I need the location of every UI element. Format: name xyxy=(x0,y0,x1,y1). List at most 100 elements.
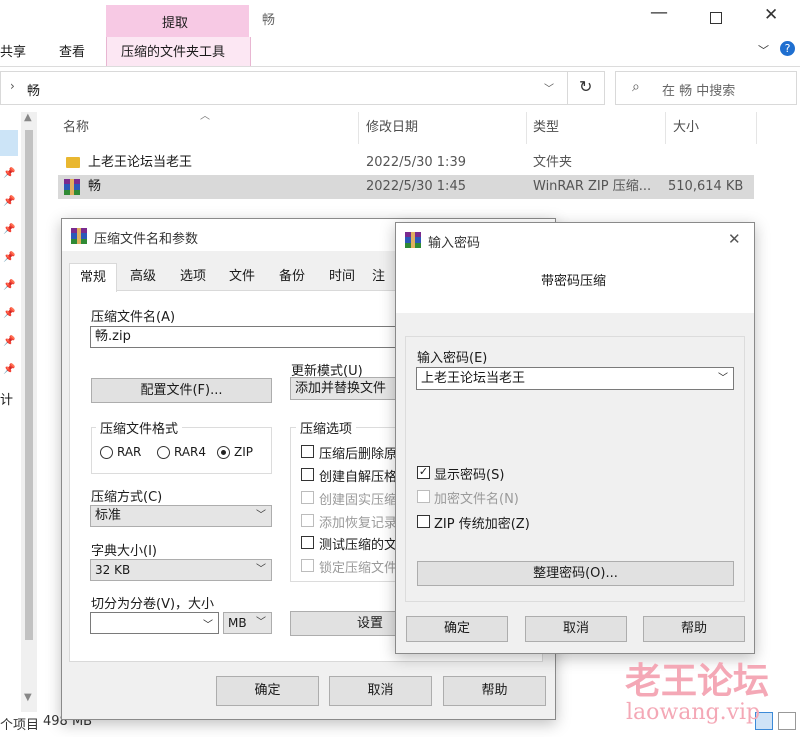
password-help-button[interactable]: 帮助 xyxy=(643,616,745,642)
chevron-down-icon: ﹀ xyxy=(203,620,213,631)
column-date[interactable]: 修改日期 xyxy=(366,112,418,144)
address-bar[interactable]: › 畅 ﹀ xyxy=(0,71,605,105)
split-size-input[interactable]: ﹀ xyxy=(90,612,219,634)
scroll-up-icon[interactable]: ▲ xyxy=(24,112,32,123)
option-lock-checkbox xyxy=(301,559,314,572)
minimize-icon[interactable]: — xyxy=(650,2,668,23)
method-value: 标准 xyxy=(95,508,122,523)
nav-item-fragment[interactable]: 计 xyxy=(0,389,13,408)
chevron-down-icon[interactable]: ﹀ xyxy=(758,42,769,58)
tab-compressed-folder-tools[interactable]: 压缩的文件夹工具 xyxy=(106,37,251,66)
option-test-checkbox[interactable] xyxy=(301,536,314,549)
tab-advanced[interactable]: 高级 xyxy=(119,263,167,291)
password-value: 上老王论坛当老王 xyxy=(421,371,526,386)
radio-rar4-label: RAR4 xyxy=(174,445,207,459)
split-unit-select[interactable]: MB ﹀ xyxy=(223,612,272,634)
status-items: 个项目 xyxy=(0,718,40,733)
winrar-icon xyxy=(405,232,421,248)
format-label: 压缩文件格式 xyxy=(96,418,183,437)
context-tab-label: 压缩的文件夹工具 xyxy=(121,45,226,60)
nav-selected-item[interactable] xyxy=(0,130,18,156)
context-header-label: 提取 xyxy=(162,16,189,31)
maximize-icon[interactable] xyxy=(710,12,722,24)
pin-icon: 📌 xyxy=(3,252,16,263)
radio-zip[interactable] xyxy=(217,446,230,459)
scroll-down-icon[interactable]: ▼ xyxy=(24,692,32,703)
winrar-archive-icon xyxy=(64,179,80,195)
close-icon[interactable]: ✕ xyxy=(728,230,741,248)
nav-scrollbar[interactable]: ▲ ▼ xyxy=(21,112,37,712)
address-dropdown-icon[interactable]: ﹀ xyxy=(544,80,554,95)
archive-name-label: 压缩文件名(A) xyxy=(91,310,176,325)
option-test-label: 测试压缩的文 xyxy=(319,538,396,553)
nav-scroll-thumb[interactable] xyxy=(25,130,33,640)
refresh-button[interactable]: ↻ xyxy=(567,71,605,105)
password-cancel-button[interactable]: 取消 xyxy=(525,616,627,642)
option-sfx-checkbox[interactable] xyxy=(301,468,314,481)
close-icon[interactable]: ✕ xyxy=(764,5,778,25)
set-password-button[interactable]: 设置 xyxy=(290,611,396,636)
archive-help-button[interactable]: 帮助 xyxy=(443,676,546,706)
password-ok-button[interactable]: 确定 xyxy=(406,616,508,642)
tab-options[interactable]: 选项 xyxy=(170,263,216,291)
pin-icon: 📌 xyxy=(3,308,16,319)
radio-rar[interactable] xyxy=(100,446,113,459)
password-dialog-titlebar: 输入密码 ✕ xyxy=(396,223,754,255)
show-password-label: 显示密码(S) xyxy=(434,468,505,483)
chevron-down-icon: ﹀ xyxy=(256,510,266,521)
pin-icon: 📌 xyxy=(3,336,16,347)
split-label: 切分为分卷(V)，大小 xyxy=(91,597,215,612)
tab-backup[interactable]: 备份 xyxy=(270,263,314,291)
option-recovery-label: 添加恢复记录 xyxy=(319,516,396,531)
zip-legacy-checkbox[interactable] xyxy=(417,515,430,528)
chevron-right-icon[interactable]: › xyxy=(10,79,15,93)
column-size[interactable]: 大小 xyxy=(673,112,699,144)
pin-icon: 📌 xyxy=(3,280,16,291)
address-path: 畅 xyxy=(27,84,41,99)
tab-view[interactable]: 查看 xyxy=(59,41,85,60)
show-password-checkbox[interactable]: ✓ xyxy=(417,466,430,479)
organize-passwords-button[interactable]: 整理密码(O)... xyxy=(417,561,734,586)
update-mode-select[interactable]: 添加并替换文件 xyxy=(290,377,396,400)
profile-button[interactable]: 配置文件(F)... xyxy=(91,378,272,403)
update-mode-value: 添加并替换文件 xyxy=(295,381,387,396)
archive-ok-button[interactable]: 确定 xyxy=(216,676,319,706)
options-label: 压缩选项 xyxy=(296,418,357,437)
radio-rar4[interactable] xyxy=(157,446,170,459)
row-name: 上老王论坛当老王 xyxy=(88,155,193,170)
dict-label: 字典大小(I) xyxy=(91,544,157,559)
table-row-selected[interactable]: 畅 2022/5/30 1:45 WinRAR ZIP 压缩... 510,61… xyxy=(58,175,754,199)
tab-comment[interactable]: 注释 xyxy=(372,263,396,291)
column-name[interactable]: 名称 xyxy=(63,112,89,144)
row-date: 2022/5/30 1:45 xyxy=(366,179,466,194)
dict-select[interactable]: 32 KB ﹀ xyxy=(90,559,272,581)
search-input[interactable]: 在 畅 中搜索 xyxy=(662,80,735,99)
method-label: 压缩方式(C) xyxy=(91,490,163,505)
option-delete-label: 压缩后删除原 xyxy=(319,447,396,462)
row-type: WinRAR ZIP 压缩... xyxy=(533,179,652,194)
tiles-view-icon[interactable] xyxy=(778,712,796,730)
option-delete-checkbox[interactable] xyxy=(301,445,314,458)
method-select[interactable]: 标准 ﹀ xyxy=(90,505,272,527)
column-type[interactable]: 类型 xyxy=(533,112,559,144)
password-heading: 带密码压缩 xyxy=(541,274,607,289)
radio-zip-label: ZIP xyxy=(234,445,253,459)
row-date: 2022/5/30 1:39 xyxy=(366,155,466,170)
tab-share[interactable]: 共享 xyxy=(0,41,26,60)
context-tab-header: 提取 xyxy=(106,5,249,37)
help-icon[interactable]: ? xyxy=(780,41,795,56)
archive-dialog-title: 压缩文件名和参数 xyxy=(94,232,199,247)
option-recovery-checkbox xyxy=(301,514,314,527)
tab-general[interactable]: 常规 xyxy=(69,263,117,292)
password-input[interactable]: 上老王论坛当老王 ﹀ xyxy=(416,367,734,390)
refresh-icon: ↻ xyxy=(579,77,593,96)
tab-time[interactable]: 时间 xyxy=(320,263,364,291)
encrypt-names-label: 加密文件名(N) xyxy=(434,492,519,507)
search-box[interactable]: ⌕ 在 畅 中搜索 xyxy=(615,71,797,105)
tab-files[interactable]: 文件 xyxy=(220,263,264,291)
chevron-down-icon: ﹀ xyxy=(256,617,266,628)
archive-cancel-button[interactable]: 取消 xyxy=(329,676,432,706)
table-row[interactable]: 上老王论坛当老王 2022/5/30 1:39 文件夹 xyxy=(58,151,754,175)
archive-name-input[interactable]: 畅.zip xyxy=(90,326,396,348)
chevron-down-icon: ﹀ xyxy=(718,373,728,384)
